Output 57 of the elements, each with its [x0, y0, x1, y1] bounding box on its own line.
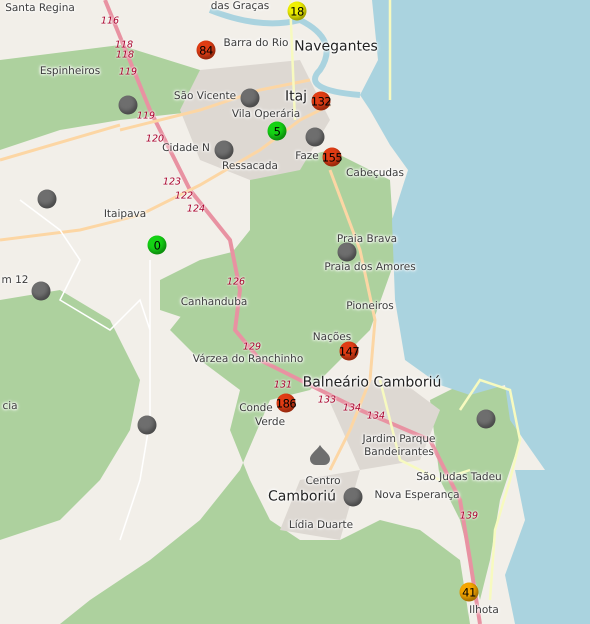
- map-marker[interactable]: [338, 242, 356, 262]
- place-label: Pioneiros: [346, 301, 394, 313]
- cluster-marker[interactable]: 84: [196, 40, 216, 60]
- road-number: 118: [114, 40, 134, 50]
- road-number: 133: [318, 395, 336, 405]
- place-label: Ressacada: [222, 161, 278, 173]
- map-marker[interactable]: [344, 488, 362, 506]
- place-label: Balneário Camboriú: [302, 375, 442, 391]
- place-label: Lídia Duarte: [288, 520, 354, 532]
- road-number: 134: [342, 403, 362, 413]
- place-label: m 12: [2, 275, 28, 287]
- pin-icon[interactable]: [310, 445, 330, 465]
- place-label: Canhanduba: [180, 297, 248, 309]
- place-label: Camboriú: [268, 489, 336, 505]
- road-number: 123: [162, 177, 182, 187]
- road-number: 119: [118, 67, 138, 77]
- road-number: 116: [100, 16, 120, 26]
- road-number: 118: [116, 50, 134, 60]
- place-label: Faze: [295, 151, 319, 163]
- road-number: 126: [226, 277, 246, 287]
- road-number: 134: [366, 411, 386, 421]
- place-label: Santa Regina: [5, 3, 75, 15]
- place-label: São Vicente: [174, 91, 236, 103]
- map-marker[interactable]: [32, 282, 50, 300]
- road-number: 139: [460, 511, 478, 521]
- place-label: Espinheiros: [40, 66, 100, 78]
- place-label: das Graças: [210, 1, 270, 13]
- place-label: Ilhota: [469, 605, 499, 617]
- place-label: Cabeçudas: [346, 168, 404, 180]
- road-number: 120: [146, 134, 164, 144]
- place-label: Várzea do Ranchinho: [192, 354, 304, 366]
- place-label: Cidade N: [162, 143, 210, 155]
- place-label: Bandeirantes: [364, 447, 434, 459]
- road-number: 129: [242, 342, 262, 352]
- place-label: Praia Brava: [336, 234, 398, 246]
- place-label: São Judas Tadeu: [416, 472, 502, 484]
- place-label: cia: [2, 401, 18, 413]
- place-label: Jardim Parque: [362, 434, 436, 446]
- place-label: Itaj: [284, 89, 308, 105]
- place-label: Verde: [254, 417, 286, 429]
- place-label: Navegantes: [294, 39, 378, 55]
- place-label: Barra do Rio: [224, 38, 288, 50]
- map-marker[interactable]: [38, 190, 56, 208]
- road-number: 122: [174, 191, 194, 201]
- place-label: Praia dos Amores: [324, 262, 416, 274]
- place-label: Itaipava: [104, 209, 146, 221]
- cluster-marker[interactable]: 18: [288, 2, 306, 20]
- map-marker[interactable]: [138, 416, 156, 434]
- place-label: Conde: [239, 403, 273, 415]
- cluster-marker[interactable]: 0: [148, 236, 166, 254]
- place-label: Nova Esperança: [374, 490, 460, 502]
- place-label: Centro: [305, 476, 341, 488]
- place-label: Nações: [312, 332, 352, 344]
- place-label: Vila Operária: [232, 109, 300, 121]
- road-number: 124: [186, 204, 206, 214]
- road-number: 131: [274, 380, 292, 390]
- road-number: 119: [136, 111, 156, 121]
